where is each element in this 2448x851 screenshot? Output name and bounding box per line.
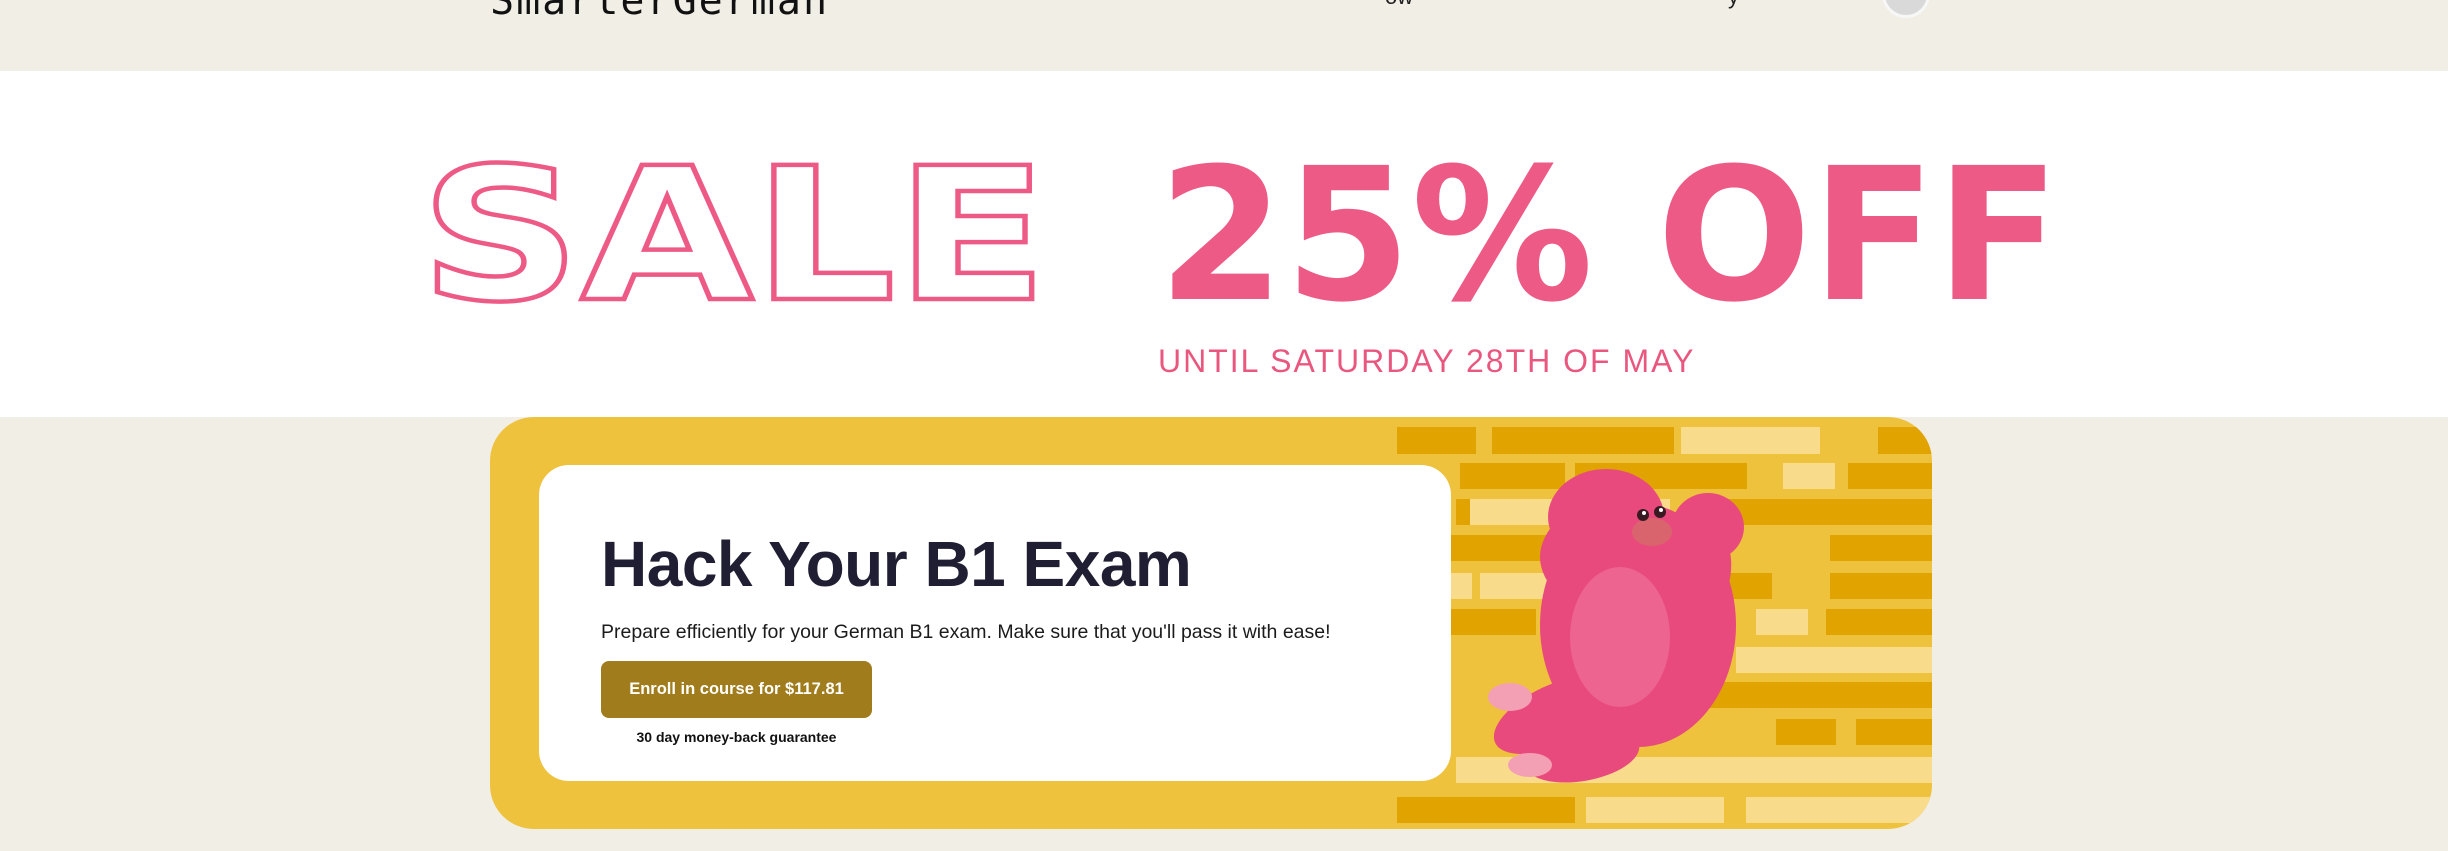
sale-discount: 25% OFF [1158, 129, 2060, 343]
sale-end-date: UNTIL SATURDAY 28TH OF MAY [1158, 343, 1696, 379]
site-header: SmarterGerman ow y [0, 0, 2448, 71]
sale-word: SALE [420, 129, 1048, 343]
user-avatar[interactable] [1882, 0, 1930, 18]
nav-link[interactable]: y [1728, 0, 1739, 10]
money-back-guarantee: 30 day money-back guarantee [636, 729, 837, 745]
sale-banner[interactable]: SALE 25% OFF UNTIL SATURDAY 28TH OF MAY [0, 71, 2448, 417]
course-title: Hack Your B1 Exam [601, 528, 1192, 600]
site-logo[interactable]: SmarterGerman [490, 0, 829, 24]
course-info-card: Hack Your B1 Exam Prepare efficiently fo… [539, 465, 1451, 781]
enroll-button[interactable]: Enroll in course for $117.81 [601, 661, 872, 718]
pink-monster-mascot [1488, 469, 1744, 783]
nav-link[interactable]: ow [1385, 0, 1413, 10]
course-description: Prepare efficiently for your German B1 e… [601, 621, 1331, 643]
course-promo-card: Hack Your B1 Exam Prepare efficiently fo… [490, 417, 1932, 829]
